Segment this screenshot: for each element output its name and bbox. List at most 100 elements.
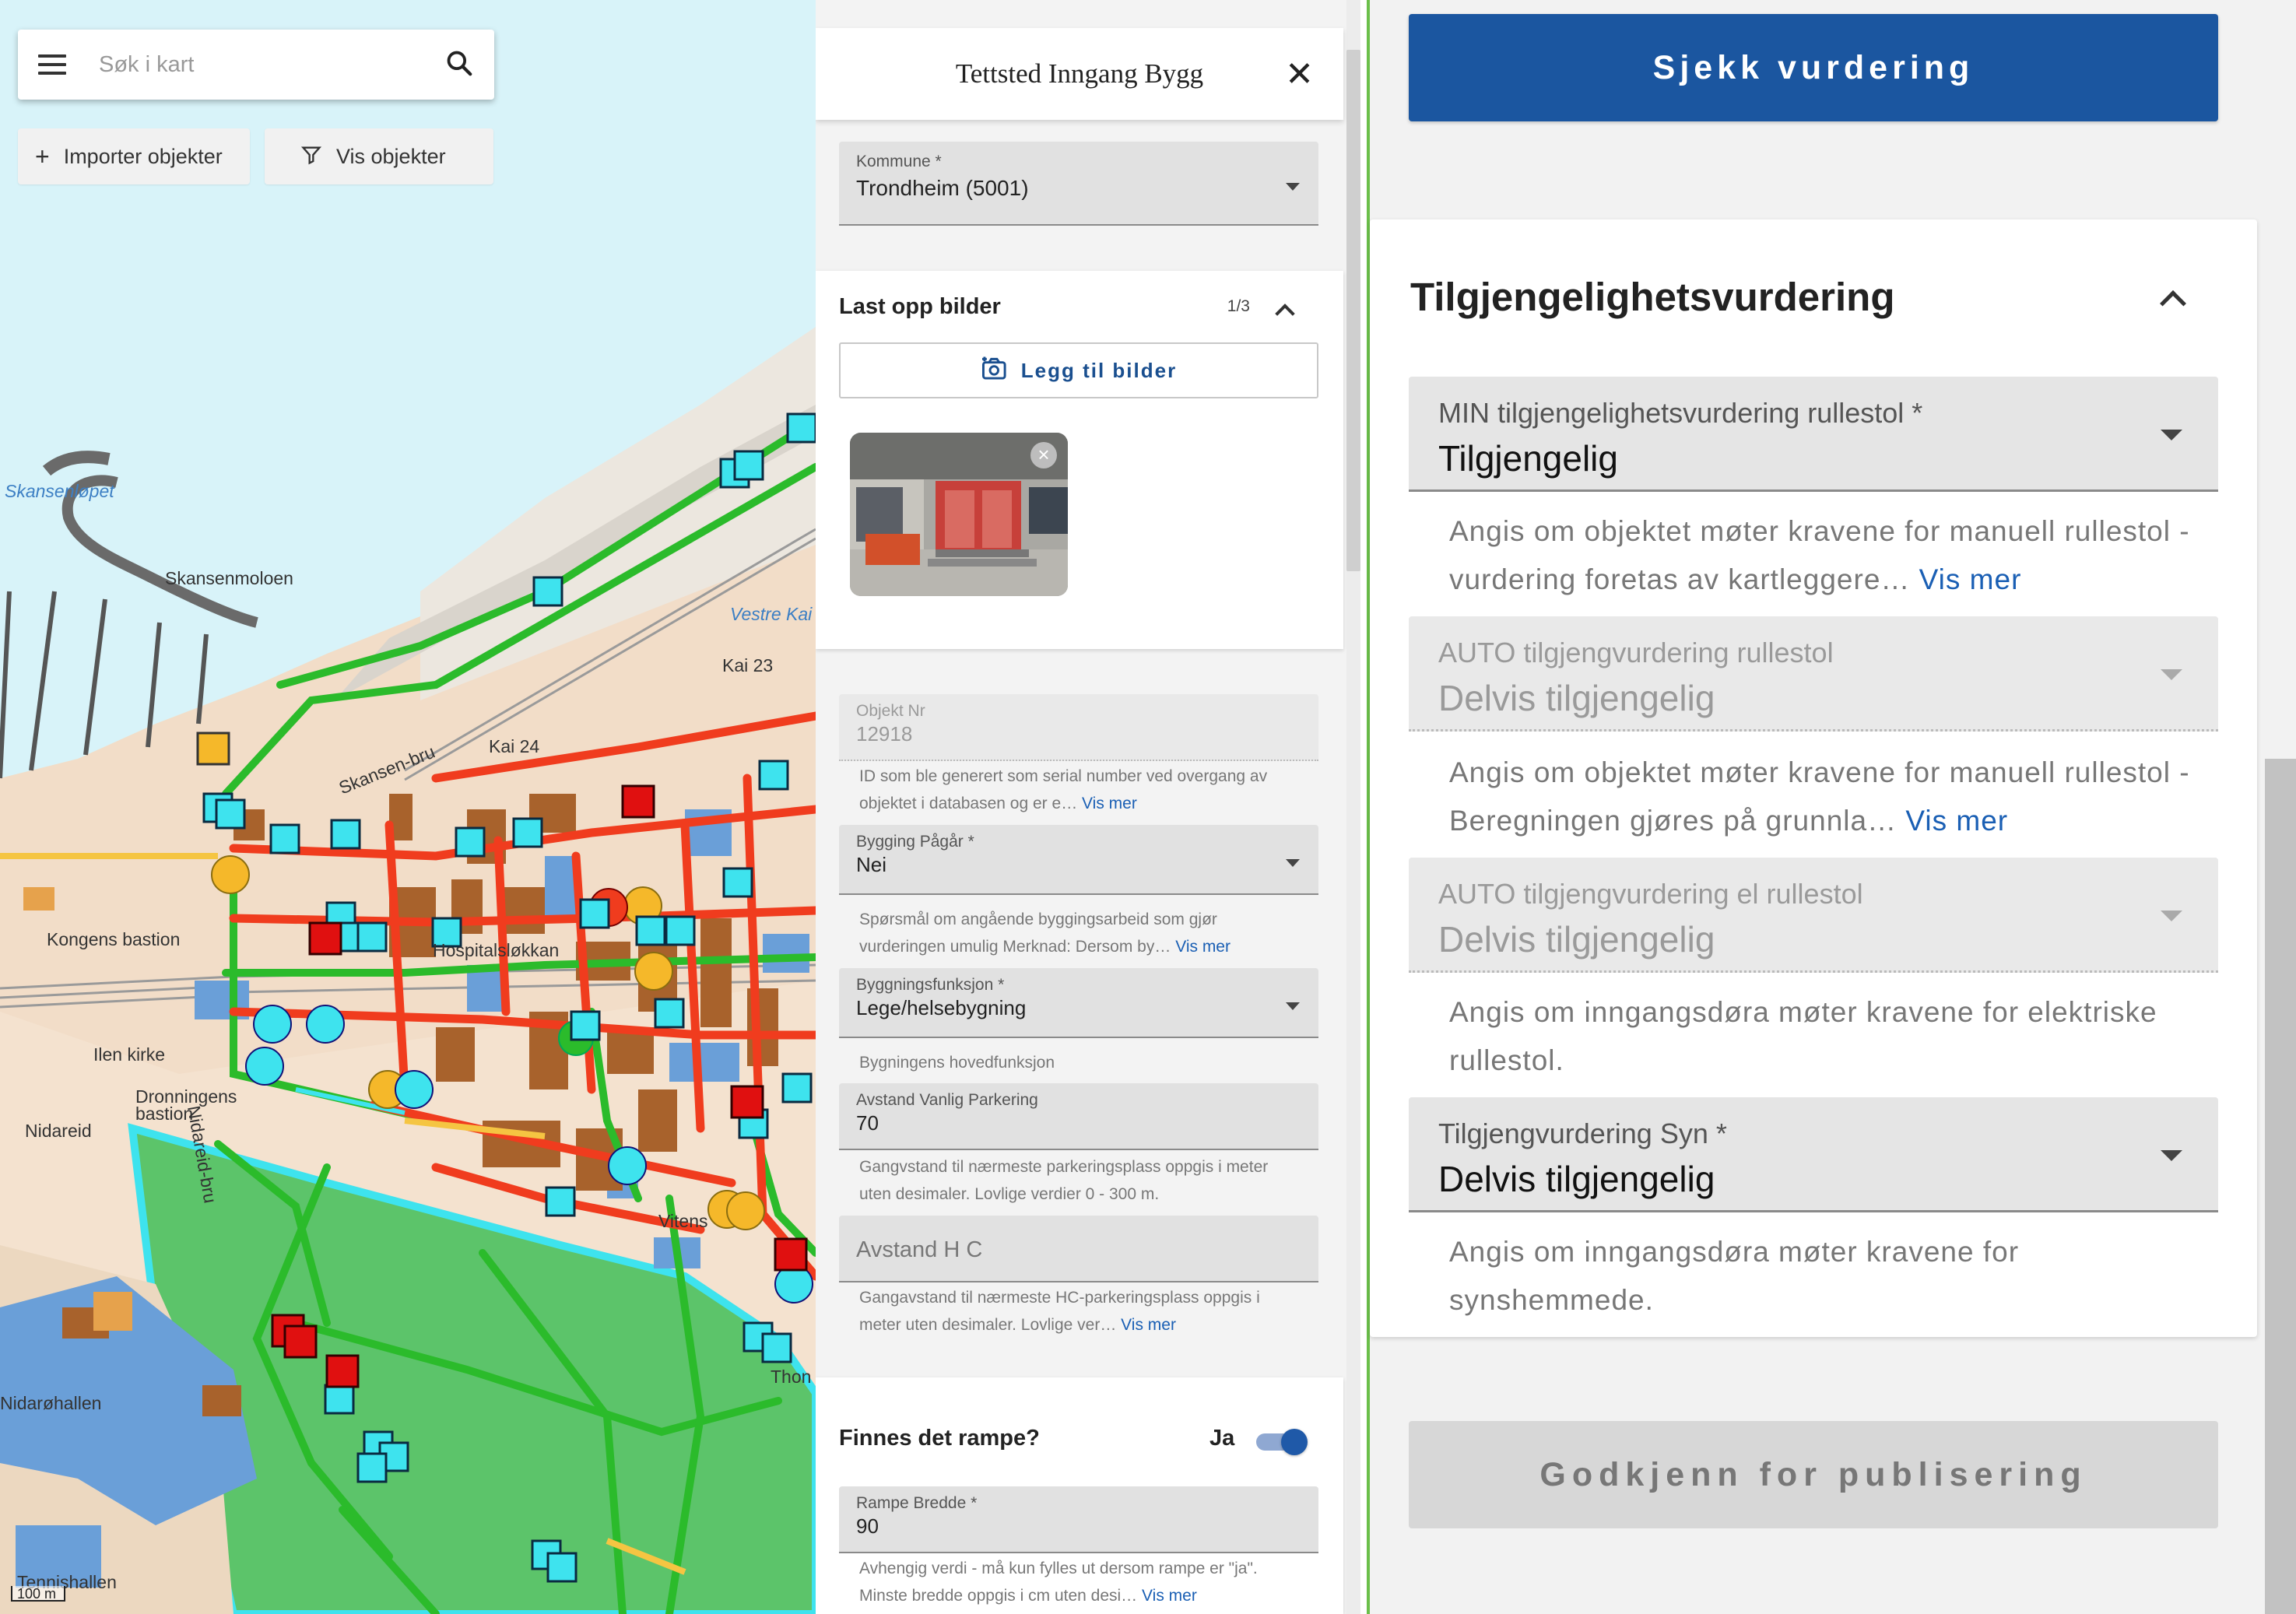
avstand-hc-more-link[interactable]: Vis mer	[1121, 1316, 1176, 1334]
remove-photo-icon[interactable]: ×	[1030, 442, 1057, 468]
toggle-knob	[1281, 1429, 1308, 1455]
hamburger-menu-icon[interactable]	[38, 54, 66, 75]
avstand-parkering-value: 70	[856, 1111, 879, 1135]
info-marker	[196, 732, 230, 766]
panel-scrollbar-thumb[interactable]	[1346, 50, 1360, 571]
kommune-label: Kommune *	[856, 153, 942, 170]
import-objects-label: Importer objekter	[63, 144, 223, 168]
assessment-panel: Sjekk vurdering Tilgjengelighetsvurderin…	[1367, 0, 2296, 1614]
min-assessment-hint: Angis om objektet møter kravene for manu…	[1449, 507, 2196, 604]
auto-assessment-el-rullestol-field: AUTO tilgjengvurdering el rullestol Delv…	[1409, 858, 2218, 973]
dropdown-caret-icon	[2161, 430, 2182, 440]
avstand-parkering-hint: Gangvstand til nærmeste parkeringsplass …	[859, 1158, 1269, 1203]
min-assessment-more-link[interactable]: Vis mer	[1919, 563, 2022, 595]
map-label-vestre-kai: Vestre Kai	[730, 604, 813, 624]
objekt-nr-hint-text: ID som ble generert som serial number ve…	[859, 767, 1268, 812]
show-objects-label: Vis objekter	[336, 144, 446, 168]
map-label-tho: Thon	[771, 1367, 812, 1387]
auto-rullestol-hint-text: Angis om objektet møter kravene for manu…	[1449, 756, 2190, 837]
upload-images-card: Last opp bilder 1/3 Legg til bilder ×	[816, 271, 1343, 649]
byggningsfunksjon-value: Lege/helsebygning	[856, 996, 1027, 1019]
byggningsfunksjon-label: Byggningsfunksjon *	[856, 976, 1005, 994]
map-label-kongens-bastion: Kongens bastion	[47, 929, 181, 949]
objekt-nr-hint: ID som ble generert som serial number ve…	[859, 763, 1303, 817]
auto-el-rullestol-label: AUTO tilgjengvurdering el rullestol	[1438, 878, 1863, 910]
check-assessment-button[interactable]: Sjekk vurdering	[1409, 14, 2218, 121]
map-label-nidareid: Nidareid	[25, 1121, 92, 1141]
add-photo-icon	[981, 356, 1009, 386]
avstand-hc-placeholder: Avstand H C	[856, 1237, 983, 1262]
auto-assessment-rullestol-field: AUTO tilgjengvurdering rullestol Delvis …	[1409, 616, 2218, 732]
syn-assessment-select[interactable]: Tilgjengvurdering Syn * Delvis tilgjenge…	[1409, 1097, 2218, 1212]
assessment-scrollbar-thumb[interactable]	[2265, 759, 2296, 1614]
rampe-answer: Ja	[1209, 1426, 1235, 1451]
auto-rullestol-hint: Angis om objektet møter kravene for manu…	[1449, 749, 2196, 845]
auto-rullestol-more-link[interactable]: Vis mer	[1905, 805, 2008, 837]
search-icon[interactable]	[444, 48, 474, 82]
rampe-question: Finnes det rampe?	[839, 1426, 1040, 1451]
assessment-title: Tilgjengelighetsvurdering	[1410, 275, 1895, 319]
dropdown-caret-icon	[1286, 859, 1300, 867]
auto-rullestol-value: Delvis tilgjengelig	[1438, 678, 1715, 718]
panel-title: Tettsted Inngang Bygg	[955, 58, 1204, 89]
map-canvas[interactable]	[0, 0, 816, 1614]
dropdown-caret-icon	[1286, 1002, 1300, 1010]
auto-rullestol-label: AUTO tilgjengvurdering rullestol	[1438, 637, 1834, 668]
rampe-bredde-hint: Avhengig verdi - må kun fylles ut dersom…	[859, 1555, 1303, 1609]
auto-el-rullestol-value: Delvis tilgjengelig	[1438, 919, 1715, 960]
rampe-bredde-value: 90	[856, 1514, 879, 1538]
min-assessment-rullestol-select[interactable]: MIN tilgjengelighetsvurdering rullestol …	[1409, 377, 2218, 492]
bygging-pagar-hint: Spørsmål om angående byggingsarbeid som …	[859, 906, 1303, 960]
min-assessment-hint-text: Angis om objektet møter kravene for manu…	[1449, 515, 2190, 595]
map-view[interactable]: Skansenløpet Skansenmoloen Vestre Kai Ka…	[0, 0, 816, 1614]
add-images-button[interactable]: Legg til bilder	[839, 342, 1318, 398]
rampe-bredde-field[interactable]: Rampe Bredde * 90	[839, 1486, 1318, 1553]
uploaded-photo-thumbnail[interactable]: ×	[850, 433, 1068, 596]
min-assessment-value: Tilgjengelig	[1438, 438, 1618, 479]
rampe-bredde-hint-text: Avhengig verdi - må kun fylles ut dersom…	[859, 1560, 1258, 1605]
dropdown-caret-icon	[2161, 911, 2182, 921]
map-label-nidarohallen: Nidarøhallen	[0, 1393, 102, 1413]
kommune-select[interactable]: Kommune * Trondheim (5001)	[839, 142, 1318, 226]
kommune-value: Trondheim (5001)	[856, 176, 1029, 200]
rampe-bredde-more-link[interactable]: Vis mer	[1142, 1587, 1197, 1605]
map-label-hospitalslokkan: Hospitalsløkkan	[433, 940, 560, 960]
avstand-hc-field[interactable]: Avstand H C	[839, 1216, 1318, 1282]
avstand-parkering-label: Avstand Vanlig Parkering	[856, 1091, 1038, 1109]
panel-header: Tettsted Inngang Bygg ✕	[816, 28, 1343, 120]
filter-icon	[300, 144, 322, 170]
bygging-pagar-value: Nei	[856, 853, 887, 876]
map-label-kai23: Kai 23	[722, 655, 774, 675]
objekt-nr-field: Objekt Nr 12918	[839, 694, 1318, 761]
dropdown-caret-icon	[2161, 1150, 2182, 1161]
byggningsfunksjon-select[interactable]: Byggningsfunksjon * Lege/helsebygning	[839, 968, 1318, 1038]
avstand-parkering-field[interactable]: Avstand Vanlig Parkering 70	[839, 1083, 1318, 1150]
approve-publish-button[interactable]: Godkjenn for publisering	[1409, 1421, 2218, 1528]
min-assessment-label: MIN tilgjengelighetsvurdering rullestol …	[1438, 397, 1923, 429]
show-objects-button[interactable]: Vis objekter	[265, 128, 493, 184]
syn-assessment-hint: Angis om inngangsdøra møter kravene for …	[1449, 1236, 2020, 1316]
objekt-nr-label: Objekt Nr	[856, 702, 925, 720]
bygging-pagar-label: Bygging Pågår *	[856, 833, 974, 851]
avstand-hc-hint: Gangavstand til nærmeste HC-parkeringspl…	[859, 1284, 1303, 1339]
avstand-hc-hint-text: Gangavstand til nærmeste HC-parkeringspl…	[859, 1289, 1260, 1334]
close-icon[interactable]: ✕	[1285, 58, 1314, 92]
map-label-kai24: Kai 24	[489, 736, 540, 756]
syn-assessment-value: Delvis tilgjengelig	[1438, 1159, 1715, 1199]
plus-icon: +	[35, 142, 50, 170]
rampe-bredde-label: Rampe Bredde *	[856, 1494, 978, 1512]
objekt-nr-value: 12918	[856, 722, 913, 746]
rampe-toggle[interactable]	[1256, 1429, 1309, 1455]
import-objects-button[interactable]: + Importer objekter	[18, 128, 250, 184]
bygging-pagar-hint-text: Spørsmål om angående byggingsarbeid som …	[859, 911, 1217, 956]
collapse-chevron-icon[interactable]	[1275, 304, 1295, 324]
objekt-nr-more-link[interactable]: Vis mer	[1082, 795, 1137, 812]
map-label-ilen-kirke: Ilen kirke	[93, 1044, 166, 1065]
upload-images-count: 1/3	[1227, 297, 1250, 315]
map-label-skansenmoloen: Skansenmoloen	[165, 568, 293, 588]
bygging-pagar-select[interactable]: Bygging Pågår * Nei	[839, 825, 1318, 895]
collapse-chevron-icon[interactable]	[2160, 290, 2186, 317]
map-search-input[interactable]	[99, 51, 434, 78]
bygging-pagar-more-link[interactable]: Vis mer	[1175, 938, 1231, 956]
dropdown-caret-icon	[1286, 183, 1300, 191]
